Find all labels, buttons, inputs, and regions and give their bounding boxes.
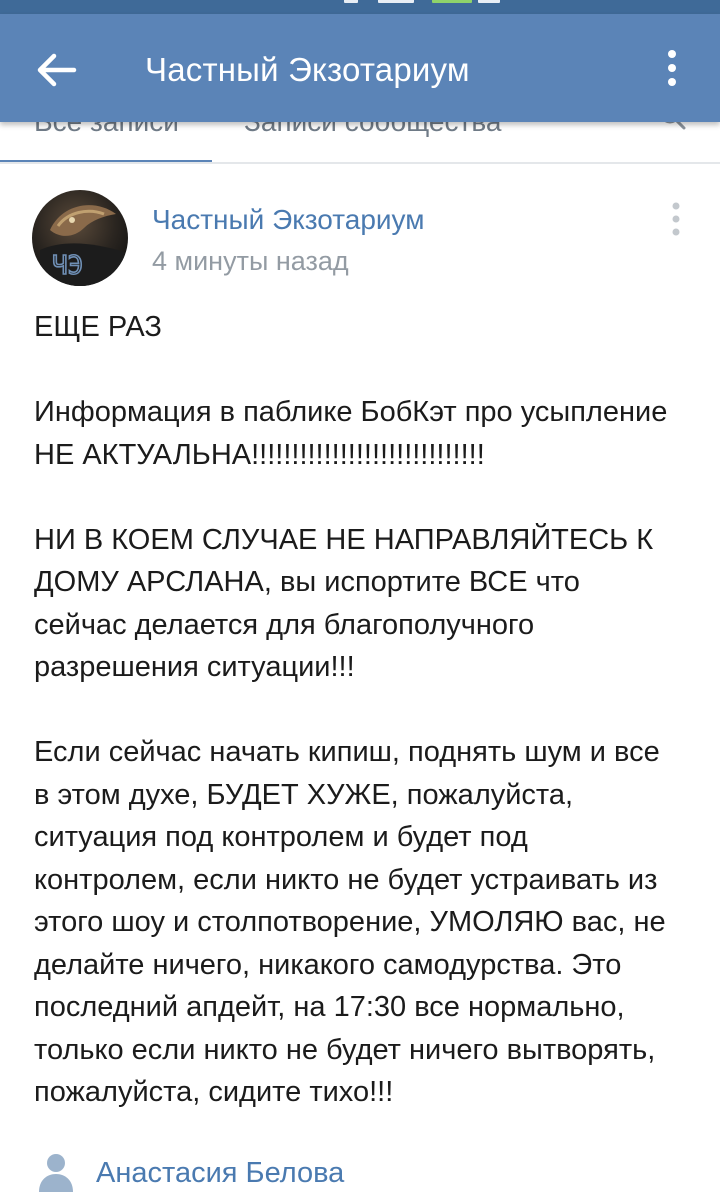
search-icon (664, 122, 686, 130)
app-bar: Частный Экзотариум (0, 14, 720, 122)
status-icons (340, 0, 510, 6)
tab-all-posts[interactable]: Все записи (34, 122, 179, 136)
tab-bar: Все записи Записи сообщества (0, 122, 720, 164)
post-body: ЕЩЕ РАЗ Информация в паблике БобКэт про … (34, 306, 702, 1156)
more-vertical-icon (668, 50, 676, 86)
commenter-name[interactable]: Анастасия Белова (96, 1153, 344, 1193)
post-paragraph: ЕЩЕ РАЗ (34, 311, 162, 343)
avatar-logo-text: ЧЭ (52, 251, 83, 281)
more-options-button[interactable] (650, 44, 694, 94)
post-timestamp: 4 минуты назад (152, 246, 349, 276)
status-bar (0, 0, 720, 14)
active-tab-indicator (0, 160, 212, 162)
back-button[interactable] (30, 48, 82, 92)
search-button[interactable] (660, 122, 690, 134)
post-options-button[interactable] (664, 200, 688, 240)
tab-community-posts[interactable]: Записи сообщества (244, 122, 501, 136)
more-vertical-icon (672, 202, 680, 236)
arrow-left-icon (37, 53, 77, 87)
page-title: Частный Экзотариум (145, 51, 470, 88)
post-author-name[interactable]: Частный Экзотариум (152, 202, 424, 238)
avatar[interactable]: ЧЭ (32, 190, 128, 286)
post-paragraph: Если сейчас начать кипиш, поднять шум и … (34, 736, 666, 1108)
post-paragraph: Информация в паблике БобКэт про усыплени… (34, 396, 668, 471)
post-paragraph: НИ В КОЕМ СЛУЧАЕ НЕ НАПРАВЛЯЙТЕСЬ К ДОМУ… (34, 523, 654, 684)
commenter-avatar[interactable] (36, 1152, 76, 1192)
snake-avatar-image: ЧЭ (32, 190, 128, 286)
user-icon (39, 1154, 73, 1192)
